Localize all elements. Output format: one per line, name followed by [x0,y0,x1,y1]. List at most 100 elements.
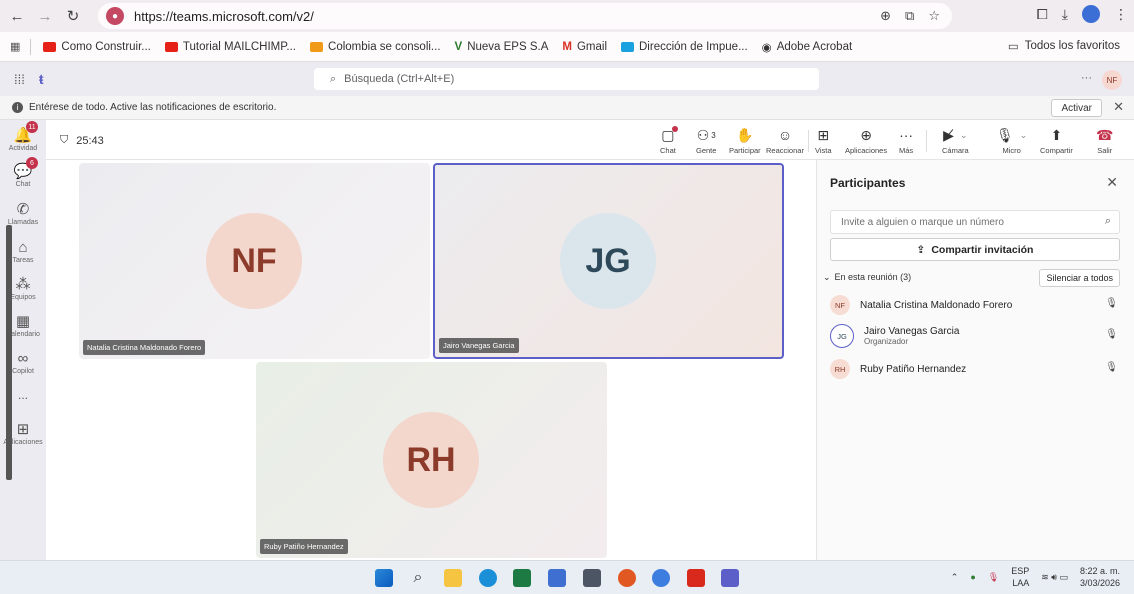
participant-role: Organizador [864,337,909,346]
raise-hand-button[interactable]: ✋ Participar [729,126,761,156]
calculator-icon[interactable] [583,569,601,587]
search-icon[interactable]: ⌕ [409,569,427,587]
excel-icon[interactable] [513,569,531,587]
app-tray-icon[interactable]: ● [970,572,975,582]
info-icon: i [12,102,23,113]
view-button[interactable]: ⊞ Vista [815,126,832,156]
system-tray: ⌃ ● 🎙︎ ESP LAA ≋ 🔊︎ ▭ 8:22 a. m. 3/03/20… [951,565,1120,589]
chevron-up-icon[interactable]: ⌃ [951,572,959,583]
mute-all-button[interactable]: Silenciar a todos [1039,269,1120,287]
hang-up-icon: ☎ [1096,126,1114,143]
site-info-icon[interactable]: ● [106,7,124,25]
bookmark-star-icon[interactable]: ☆ [928,8,940,24]
people-button[interactable]: ⚇ 3 Gente [696,126,716,156]
participant-row[interactable]: JG Jairo Vanegas Garcia Organizador 🎙︎ [830,323,1120,349]
close-icon[interactable]: ✕ [1113,99,1124,115]
edge-icon[interactable] [479,569,497,587]
reload-icon[interactable]: ↻ [62,5,84,27]
profile-avatar[interactable] [1082,5,1100,23]
search-input[interactable]: ⌕ Búsqueda (Ctrl+Alt+E) [314,68,819,90]
invite-input[interactable]: Invite a alguien o marque un número ⌕ [830,210,1120,234]
share-invite-button[interactable]: ⇪ Compartir invitación [830,238,1120,261]
rail-item-activity[interactable]: 🔔 11 Actividad [0,121,46,152]
share-button[interactable]: ⬆ Compartir [1040,126,1073,156]
apps-icon[interactable] [548,569,566,587]
folder-icon: ▭ [1007,41,1019,53]
more-options-icon[interactable]: ··· [1081,72,1092,84]
bookmark-item[interactable]: V Nueva EPS S.A [455,41,549,53]
grid-icon: ⊞ [817,126,830,143]
participant-row[interactable]: NF Natalia Cristina Maldonado Forero 🎙︎ [830,292,1120,318]
activate-button[interactable]: Activar [1051,99,1102,117]
bookmark-item[interactable]: Como Construir... [43,41,151,53]
participant-tile[interactable]: NF Natalia Cristina Maldonado Forero [79,163,430,359]
browser-toolbar: ← → ↻ ● https://teams.microsoft.com/v2/ … [0,0,1134,32]
clock[interactable]: 8:22 a. m. 3/03/2026 [1080,565,1120,589]
gmail-icon: M [562,40,572,53]
forward-arrow-icon[interactable]: → [34,5,56,27]
participant-tile[interactable]: RH Ruby Patiño Hernandez [256,362,607,558]
wifi-icon[interactable]: ≋ 🔊︎ ▭ [1041,572,1068,583]
teams-icon[interactable] [721,569,739,587]
url-text[interactable]: https://teams.microsoft.com/v2/ [134,9,314,24]
microphone-icon[interactable]: 🎙︎ [988,572,999,583]
browser-menu-icon[interactable]: ⋮ [1114,6,1128,23]
app-launcher-icon[interactable]: ⁞⁞⁞ [14,72,25,87]
rail-item-calls[interactable]: ✆ Llamadas [0,200,46,226]
file-explorer-icon[interactable] [444,569,462,587]
dian-icon [621,41,634,52]
leave-button[interactable]: ☎ Salir [1096,126,1114,156]
share-icon: ⇪ [916,243,926,256]
close-icon[interactable]: ✕ [1106,174,1118,191]
app-rail: 🔔 11 Actividad 💬 6 Chat ✆ Llamadas ⌂ Tarea… [0,120,46,560]
calendar-icon: ▦ [15,313,31,330]
bookmark-item[interactable]: ◉ Adobe Acrobat [762,40,853,54]
notification-banner: i Entérese de todo. Active las notificac… [0,96,1134,120]
chat-badge: 6 [26,157,38,169]
download-icon[interactable]: ⤓ [1062,6,1068,23]
user-avatar[interactable]: NF [1102,70,1122,90]
chat-button[interactable]: ▢ Chat [660,126,678,155]
extensions-icon[interactable]: ⧠ [1037,6,1048,23]
install-app-icon[interactable]: ⧉ [905,8,914,24]
camera-off-icon: ▶̸ ⌄ [943,126,968,143]
chevron-down-icon[interactable]: ⌄ [1020,130,1028,141]
acrobat-icon[interactable] [687,569,705,587]
scroll-handle[interactable] [6,225,12,480]
windows-start-icon[interactable] [375,569,393,587]
apps-button[interactable]: ⊕ Aplicaciones [845,126,887,156]
microphone-icon: 🎙︎ [1105,362,1118,373]
chevron-down-icon[interactable]: ⌄ [960,130,968,141]
react-button[interactable]: ☺ Reaccionar [766,126,804,155]
camera-button[interactable]: ▶̸ ⌄ Cámara [942,126,969,156]
language-indicator[interactable]: ESP LAA [1011,565,1029,589]
bookmark-item[interactable]: Tutorial MAILCHIMP... [164,41,296,53]
zoom-icon[interactable]: ⊕ [880,8,891,24]
microphone-icon: 🎙︎ [1105,329,1118,340]
bookmark-item[interactable]: Dirección de Impue... [621,41,748,53]
youtube-icon [43,41,57,52]
rail-item-chat[interactable]: 💬 6 Chat [0,157,46,188]
in-meeting-section-toggle[interactable]: ⌄ En esta reunión (3) [823,272,911,283]
firefox-icon[interactable] [618,569,636,587]
ellipsis-icon: ··· [899,127,914,143]
participant-row[interactable]: RH Ruby Patiño Hernandez 🎙︎ [830,356,1120,382]
mic-button[interactable]: 🎙︎ ⌄ Micro [996,126,1028,156]
shield-icon: ⛉ [60,134,69,146]
more-button[interactable]: ··· Más [899,126,913,155]
avatar: JG [830,324,854,348]
chevron-down-icon: ⌄ [823,272,831,282]
address-bar[interactable]: ● https://teams.microsoft.com/v2/ ⊕ ⧉ ☆ [98,3,952,29]
add-icon: ⊕ [860,126,872,143]
participant-name: Ruby Patiño Hernandez [860,363,967,375]
bookmark-item[interactable]: M Gmail [562,41,607,53]
bookmark-item[interactable]: Colombia se consoli... [310,41,441,53]
all-favorites-folder[interactable]: ▭ Todos los favoritos [1008,39,1120,53]
participant-tile[interactable]: JG Jairo Vanegas Garcia [433,163,784,359]
chrome-icon[interactable] [652,569,670,587]
apps-grid-icon[interactable]: ▦ [10,40,20,53]
bookmarks-bar: ▦ Como Construir... Tutorial MAILCHIMP..… [0,32,1134,62]
teams-header: ⁞⁞⁞ ŧ ⌕ Búsqueda (Ctrl+Alt+E) ··· NF [0,62,1134,96]
participant-name-label: Ruby Patiño Hernandez [260,539,348,554]
back-arrow-icon[interactable]: ← [6,5,28,27]
